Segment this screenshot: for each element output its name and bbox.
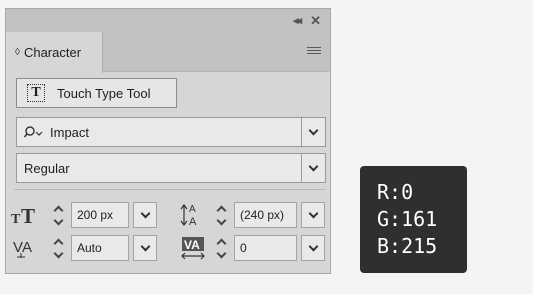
tab-character[interactable]: ◊ Character [6, 32, 103, 73]
divider [14, 189, 326, 190]
tracking-icon: VA [178, 235, 208, 261]
svg-text:T: T [11, 212, 21, 226]
svg-text:VA: VA [184, 238, 200, 252]
color-b-value: B:215 [377, 234, 438, 258]
font-size-input[interactable]: 200 px [71, 202, 129, 228]
color-r-value: R:0 [377, 180, 414, 204]
font-family-field[interactable]: Impact [16, 117, 301, 147]
tab-character-label: Character [23, 45, 82, 60]
chevron-down-icon [308, 208, 318, 219]
font-style-dropdown[interactable]: Regular [16, 153, 326, 183]
chevron-down-icon [140, 241, 150, 252]
font-size-arrow[interactable] [133, 202, 157, 228]
panel-menu-icon[interactable] [307, 47, 321, 56]
tracking-stepper[interactable] [213, 235, 229, 261]
font-style-field[interactable]: Regular [16, 153, 301, 183]
svg-text:T: T [21, 204, 35, 226]
leading-icon: A A [178, 202, 208, 228]
chevron-down-icon [140, 208, 150, 219]
font-family-value: Impact [50, 124, 90, 140]
character-panel: ◂◂ ✕ ◊ Character T Touch Type Tool Impac… [5, 8, 331, 274]
leading-input[interactable]: (240 px) [234, 202, 297, 228]
font-family-arrow[interactable] [301, 117, 326, 147]
svg-text:A: A [189, 204, 196, 215]
touch-type-tool-button[interactable]: T Touch Type Tool [16, 78, 177, 108]
font-style-arrow[interactable] [301, 153, 326, 183]
chevron-down-icon [308, 161, 319, 172]
svg-text:A: A [22, 239, 32, 256]
kerning-icon: V A [10, 235, 40, 261]
leading-stepper[interactable] [213, 202, 229, 228]
font-size-value: 200 px [77, 208, 114, 222]
chevron-down-icon [308, 241, 318, 252]
font-style-value: Regular [24, 160, 70, 176]
font-family-dropdown[interactable]: Impact [16, 117, 326, 147]
search-icon [24, 126, 43, 138]
chevron-down-icon [308, 125, 319, 136]
kerning-arrow[interactable] [133, 235, 157, 261]
tab-collapse-chevron-icon[interactable]: ◊ [15, 47, 20, 58]
touch-type-label: Touch Type Tool [57, 85, 151, 101]
color-readout: R:0 G:161 B:215 [360, 166, 467, 273]
collapse-icon[interactable]: ◂◂ [293, 14, 302, 27]
kerning-stepper[interactable] [50, 235, 66, 261]
panel-titlebar: ◂◂ ✕ [6, 9, 330, 32]
leading-arrow[interactable] [301, 202, 325, 228]
touch-type-icon: T [27, 84, 45, 102]
tracking-arrow[interactable] [301, 235, 325, 261]
kerning-input[interactable]: Auto [71, 235, 129, 261]
tracking-value: 0 [240, 241, 247, 255]
panel-tab-row: ◊ Character [6, 32, 330, 73]
font-size-icon: T T [10, 202, 40, 228]
tracking-input[interactable]: 0 [234, 235, 297, 261]
kerning-value: Auto [77, 241, 102, 255]
font-size-stepper[interactable] [50, 202, 66, 228]
leading-value: (240 px) [240, 208, 285, 222]
color-g-value: G:161 [377, 207, 438, 231]
close-icon[interactable]: ✕ [310, 13, 321, 29]
svg-text:A: A [189, 216, 197, 228]
